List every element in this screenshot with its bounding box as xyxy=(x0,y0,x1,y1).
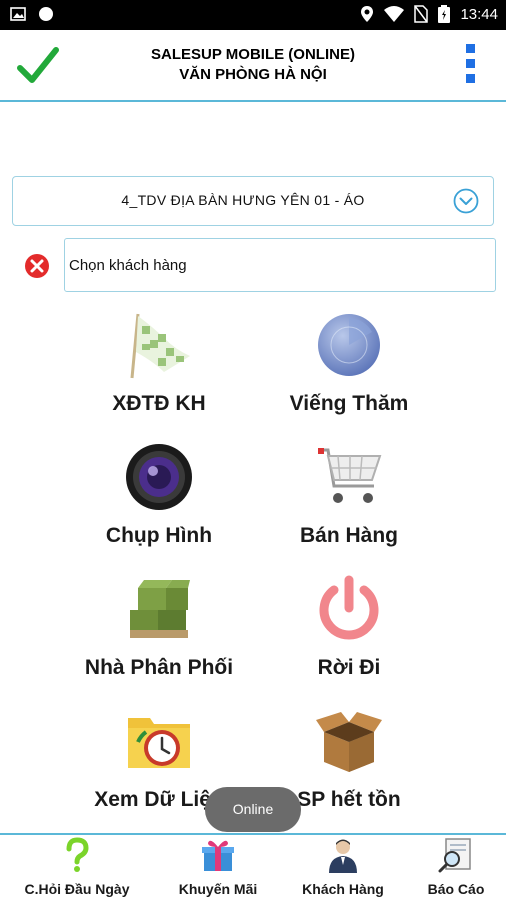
app-title: SALESUP MOBILE (ONLINE) xyxy=(151,46,355,63)
report-magnifier-icon xyxy=(438,838,471,873)
bottom-nav: C.Hỏi Đầu Ngày Khuyến Mãi Khách Hàng Báo… xyxy=(0,833,506,902)
office-name: VĂN PHÒNG HÀ NỘI xyxy=(179,66,327,83)
menu-dot-icon xyxy=(465,74,475,83)
nav-item-label: Khách Hàng xyxy=(302,881,384,897)
app-header: SALESUP MOBILE (ONLINE) VĂN PHÒNG HÀ NỘI xyxy=(0,30,506,102)
nav-item-khach-hang[interactable]: Khách Hàng xyxy=(280,835,406,902)
checkmark-icon xyxy=(17,47,59,83)
tile-vieng-tham[interactable]: Viếng Thăm xyxy=(249,310,449,430)
nav-item-label: Báo Cáo xyxy=(427,881,485,897)
chevron-down-icon xyxy=(453,188,479,214)
gift-box-icon xyxy=(202,840,234,871)
tile-label: Bán Hàng xyxy=(299,524,398,547)
status-toast: Online xyxy=(205,787,301,832)
tile-label: Rời Đi xyxy=(317,656,381,679)
confirm-button[interactable] xyxy=(16,44,60,88)
tile-label: Viếng Thăm xyxy=(289,392,409,415)
power-icon xyxy=(319,575,379,640)
customer-person-icon xyxy=(329,839,357,873)
checkered-flag-icon xyxy=(130,313,190,379)
warehouse-boxes-icon xyxy=(130,580,190,638)
question-mark-icon xyxy=(66,837,89,872)
status-bar: 13:44 xyxy=(0,0,506,30)
clock-text: 13:44 xyxy=(460,5,498,23)
tile-ban-hang[interactable]: Bán Hàng xyxy=(249,442,449,562)
location-icon xyxy=(361,6,374,22)
nav-item-khuyen-mai[interactable]: Khuyến Mãi xyxy=(155,835,281,902)
more-menu-button[interactable] xyxy=(460,38,480,94)
tile-roi-di[interactable]: Rời Đi xyxy=(249,574,449,694)
customer-select-field[interactable]: Chọn khách hàng xyxy=(64,238,496,292)
clear-customer-icon[interactable] xyxy=(25,254,49,278)
radar-icon xyxy=(318,314,380,376)
shopping-cart-icon xyxy=(318,448,382,503)
route-selected-value: 4_TDV ĐỊA BÀN HƯNG YÊN 01 - ÁO xyxy=(121,192,365,208)
nav-item-bao-cao[interactable]: Báo Cáo xyxy=(393,835,506,902)
nav-item-cau-hoi-dau-ngay[interactable]: C.Hỏi Đầu Ngày xyxy=(14,835,140,902)
open-box-icon xyxy=(316,712,382,772)
menu-dot-icon xyxy=(465,44,475,53)
battery-icon xyxy=(438,5,451,23)
customer-field-text: Chọn khách hàng xyxy=(69,257,187,274)
nav-item-label: C.Hỏi Đầu Ngày xyxy=(24,881,130,897)
circle-icon xyxy=(39,7,53,21)
menu-dot-icon xyxy=(465,59,475,68)
image-icon xyxy=(10,7,26,21)
no-sim-icon xyxy=(414,5,429,23)
camera-lens-icon xyxy=(126,444,192,510)
folder-clock-icon xyxy=(128,718,190,768)
wifi-icon xyxy=(384,6,405,22)
route-dropdown[interactable]: 4_TDV ĐỊA BÀN HƯNG YÊN 01 - ÁO xyxy=(12,176,494,226)
nav-item-label: Khuyến Mãi xyxy=(178,881,258,897)
